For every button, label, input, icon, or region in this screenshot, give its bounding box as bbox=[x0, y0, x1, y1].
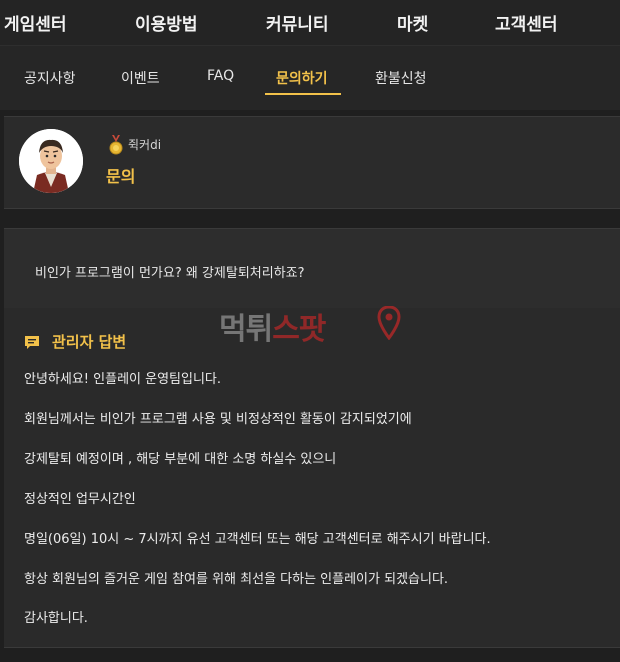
post-header: 쥑커di 문의 bbox=[4, 116, 620, 209]
nav-customer-center[interactable]: 고객센터 bbox=[495, 10, 558, 35]
medal-icon bbox=[109, 135, 123, 155]
answer-line: 안녕하세요! 인플레이 운영팀입니다. bbox=[24, 372, 222, 387]
sub-nav: 공지사항 이벤트 FAQ 문의하기 환불신청 bbox=[0, 46, 620, 110]
watermark-text: 먹튀스팟 bbox=[219, 312, 326, 347]
answer-line: 항상 회원님의 즐거운 게임 참여를 위해 최선을 다하는 인플레이가 되겠습니… bbox=[24, 572, 449, 587]
tab-notice[interactable]: 공지사항 bbox=[24, 68, 76, 88]
nav-game-center[interactable]: 게임센터 bbox=[4, 10, 67, 35]
nav-community[interactable]: 커뮤니티 bbox=[266, 10, 329, 35]
answer-line: 명일(06일) 10시 ~ 7시까지 유선 고객센터 또는 해당 고객센터로 해… bbox=[24, 532, 491, 547]
tab-refund[interactable]: 환불신청 bbox=[375, 68, 427, 88]
post-author: 쥑커di bbox=[128, 138, 162, 152]
avatar bbox=[19, 129, 83, 193]
answer-line: 강제탈퇴 예정이며 , 해당 부분에 대한 소명 하실수 있으니 bbox=[24, 452, 337, 467]
tab-faq[interactable]: FAQ bbox=[207, 68, 234, 84]
comment-icon bbox=[25, 336, 39, 349]
question-text: 비인가 프로그램이 먼가요? 왜 강제탈퇴처리하죠? bbox=[35, 266, 305, 281]
post-title: 문의 bbox=[106, 167, 136, 186]
nav-how-to-use[interactable]: 이용방법 bbox=[135, 10, 198, 35]
location-pin-icon bbox=[377, 306, 401, 340]
avatar-image bbox=[19, 129, 83, 193]
answer-line: 회원님께서는 비인가 프로그램 사용 및 비정상적인 활동이 감지되었기에 bbox=[24, 412, 412, 427]
question-body: 비인가 프로그램이 먼가요? 왜 강제탈퇴처리하죠? bbox=[4, 228, 620, 308]
admin-answer: 관리자 답변 안녕하세요! 인플레이 운영팀입니다. 회원님께서는 비인가 프로… bbox=[4, 308, 620, 648]
nav-market[interactable]: 마켓 bbox=[397, 10, 428, 35]
watermark-logo: 먹튀스팟 bbox=[219, 302, 404, 347]
answer-line: 정상적인 업무시간인 bbox=[24, 492, 136, 507]
answer-line: 감사합니다. bbox=[24, 611, 88, 626]
top-nav: 게임센터 이용방법 커뮤니티 마켓 고객센터 bbox=[0, 0, 620, 46]
tab-inquiry[interactable]: 문의하기 bbox=[276, 68, 328, 88]
admin-answer-title: 관리자 답변 bbox=[52, 333, 127, 351]
tab-event[interactable]: 이벤트 bbox=[121, 68, 160, 88]
